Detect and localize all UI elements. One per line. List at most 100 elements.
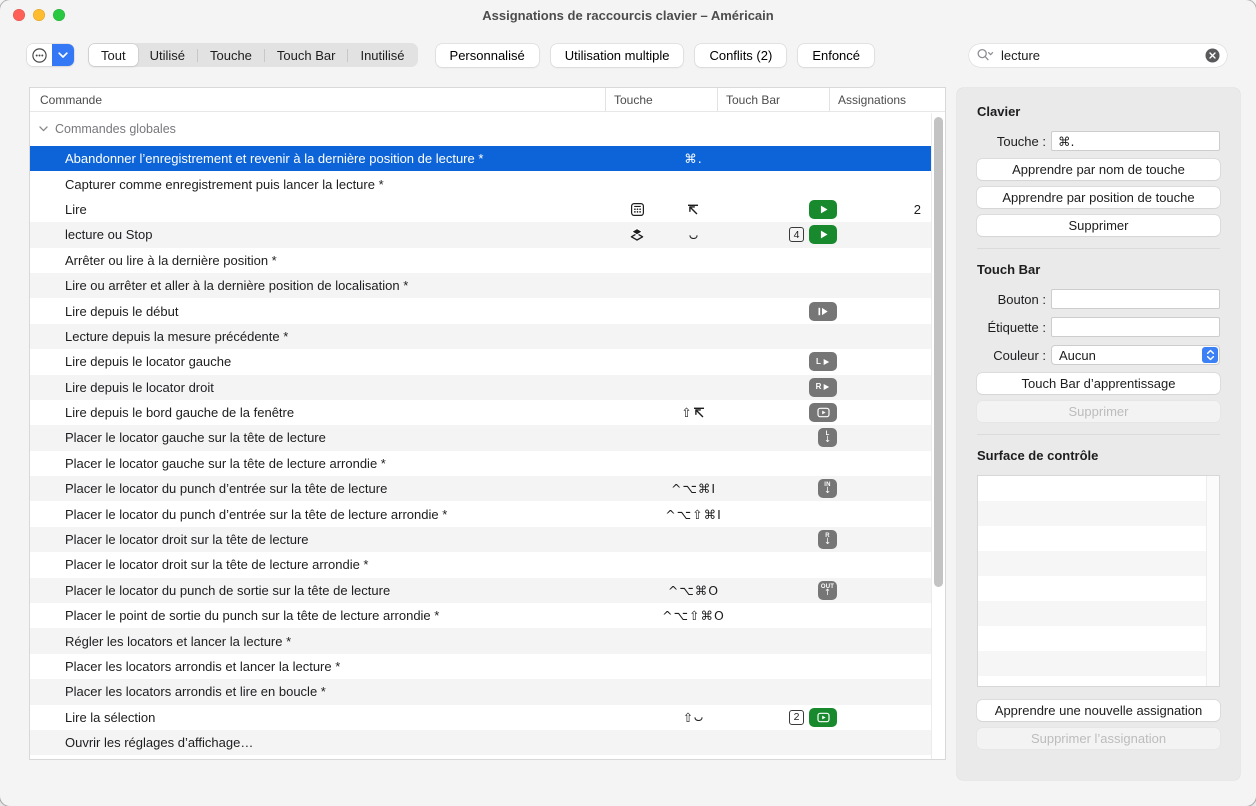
key-shortcut: ^⌥⇧⌘O <box>655 608 731 623</box>
command-label: Lire depuis le début <box>30 304 619 319</box>
key-shortcut <box>655 204 731 215</box>
table-row[interactable]: Placer le point de sortie du punch sur l… <box>30 603 931 628</box>
touch-bar-play-badge <box>809 225 837 244</box>
command-label: Placer le locator du punch d’entrée sur … <box>30 481 619 496</box>
column-header-touch-bar[interactable]: Touch Bar <box>717 88 829 111</box>
search-field[interactable] <box>969 44 1227 67</box>
command-label: Placer le point de sortie du punch sur l… <box>30 608 619 623</box>
table-row[interactable]: Lire depuis le début <box>30 298 931 323</box>
column-header-touche[interactable]: Touche <box>605 88 717 111</box>
table-row[interactable]: Placer le locator gauche sur la tête de … <box>30 425 931 450</box>
table-row[interactable]: Placer le locator du punch de sortie sur… <box>30 578 931 603</box>
table-row[interactable]: Placer le locator droit sur la tête de l… <box>30 552 931 577</box>
touch-bar-l-play-badge: L <box>809 352 837 371</box>
group-label: Commandes globales <box>55 122 176 136</box>
table-row[interactable]: lecture ou Stop4 <box>30 222 931 247</box>
command-table-body: Commandes globales Abandonner l’enregistr… <box>30 112 945 755</box>
filter-touch-bar[interactable]: Touch Bar <box>265 44 348 66</box>
table-row[interactable]: Arrêter ou lire à la dernière position * <box>30 248 931 273</box>
touch-bar-label-label: Étiquette : <box>977 320 1046 335</box>
filter-touche[interactable]: Touche <box>198 44 264 66</box>
table-row[interactable]: Placer le locator du punch d’entrée sur … <box>30 476 931 501</box>
control-surface-assignment-list[interactable] <box>977 475 1220 687</box>
table-row[interactable]: Lire depuis le locator gaucheL <box>30 349 931 374</box>
table-row[interactable]: Lire depuis le bord gauche de la fenêtre… <box>30 400 931 425</box>
learn-by-key-name-button[interactable]: Apprendre par nom de touche <box>977 159 1220 180</box>
delete-key-button[interactable]: Supprimer <box>977 215 1220 236</box>
table-row[interactable]: Régler les locators et lancer la lecture… <box>30 628 931 653</box>
filter-inutilise[interactable]: Inutilisé <box>348 44 416 66</box>
table-row[interactable]: Lire 2 <box>30 197 931 222</box>
table-row[interactable]: Capturer comme enregistrement puis lance… <box>30 171 931 196</box>
touch-bar-cell: IN↓ <box>731 479 843 498</box>
circle-ellipsis-icon[interactable] <box>27 44 52 66</box>
touch-bar-label-field[interactable] <box>1051 317 1220 337</box>
action-menu-split-button[interactable] <box>27 44 74 66</box>
touch-bar-cell <box>731 403 843 422</box>
key-field[interactable] <box>1051 131 1220 151</box>
table-row[interactable]: Lire ou arrêter et aller à la dernière p… <box>30 273 931 298</box>
touch-bar-stack-badge: OUT↑ <box>818 581 837 600</box>
command-label: Placer le locator du punch de sortie sur… <box>30 583 619 598</box>
conflits-button[interactable]: Conflits (2) <box>695 44 786 67</box>
group-row-commandes-globales[interactable]: Commandes globales <box>30 112 931 146</box>
table-row[interactable]: Lire depuis le locator droitR <box>30 375 931 400</box>
keyboard-section-heading: Clavier <box>977 104 1220 119</box>
table-row[interactable]: Ouvrir les réglages d’affichage… <box>30 730 931 755</box>
touch-bar-box-play-badge <box>809 708 837 727</box>
table-row[interactable]: Placer le locator gauche sur la tête de … <box>30 451 931 476</box>
table-row[interactable]: Placer le locator droit sur la tête de l… <box>30 527 931 552</box>
divider <box>977 248 1220 249</box>
touch-bar-cell: OUT↑ <box>731 581 843 600</box>
divider <box>977 434 1220 435</box>
column-header-assignations[interactable]: Assignations <box>829 88 945 111</box>
table-row[interactable]: Placer le locator du punch d’entrée sur … <box>30 501 931 526</box>
search-icon <box>977 48 994 62</box>
table-row[interactable]: Lecture depuis la mesure précédente * <box>30 324 931 349</box>
key-shortcut: ^⌥⌘I <box>655 481 731 496</box>
command-label: lecture ou Stop <box>30 227 619 242</box>
filter-tout[interactable]: Tout <box>89 44 138 66</box>
touch-bar-box-play-badge <box>809 403 837 422</box>
command-label: Lire <box>30 202 619 217</box>
touch-bar-cell: L <box>731 352 843 371</box>
utilisation-multiple-button[interactable]: Utilisation multiple <box>551 44 684 67</box>
touch-bar-section-heading: Touch Bar <box>977 262 1220 277</box>
command-label: Lecture depuis la mesure précédente * <box>30 329 619 344</box>
chevron-down-icon[interactable] <box>52 44 74 66</box>
touch-bar-count-badge: 2 <box>789 710 804 725</box>
zoom-window-button[interactable] <box>53 9 65 21</box>
touch-bar-stack-badge: IN↓ <box>818 479 837 498</box>
table-row[interactable]: Abandonner l’enregistrement et revenir à… <box>30 146 931 171</box>
numpad-icon <box>619 202 655 217</box>
touch-bar-cell: L↓ <box>731 428 843 447</box>
table-scrollbar[interactable] <box>931 113 945 759</box>
touch-bar-button-field[interactable] <box>1051 289 1220 309</box>
touch-bar-play-badge <box>809 200 837 219</box>
search-input[interactable] <box>999 47 1205 64</box>
learn-new-assignment-button[interactable]: Apprendre une nouvelle assignation <box>977 700 1220 721</box>
touch-bar-cell <box>731 200 843 219</box>
clear-search-icon[interactable] <box>1205 48 1220 63</box>
key-shortcut <box>655 229 731 241</box>
table-row[interactable]: Placer les locators arrondis et lancer l… <box>30 654 931 679</box>
command-label: Régler les locators et lancer la lecture… <box>30 634 619 649</box>
minimize-window-button[interactable] <box>33 9 45 21</box>
touch-bar-learn-button[interactable]: Touch Bar d’apprentissage <box>977 373 1220 394</box>
titlebar: Assignations de raccourcis clavier – Amé… <box>0 0 1256 30</box>
table-row[interactable]: Lire la sélection⇧2 <box>30 705 931 730</box>
delete-assignment-button: Supprimer l’assignation <box>977 728 1220 749</box>
color-select[interactable]: Aucun <box>1051 345 1220 365</box>
key-shortcut: ⇧ <box>655 710 731 725</box>
filter-utilise[interactable]: Utilisé <box>138 44 197 66</box>
select-stepper-icon[interactable] <box>1202 347 1218 363</box>
close-window-button[interactable] <box>13 9 25 21</box>
column-header-commande[interactable]: Commande <box>30 88 605 111</box>
assignment-count: 2 <box>843 202 931 217</box>
personnalise-button[interactable]: Personnalisé <box>436 44 539 67</box>
enfonce-button[interactable]: Enfoncé <box>798 44 874 67</box>
learn-by-key-position-button[interactable]: Apprendre par position de touche <box>977 187 1220 208</box>
table-scrollbar-thumb[interactable] <box>934 117 943 587</box>
table-row[interactable]: Placer les locators arrondis et lire en … <box>30 679 931 704</box>
touch-bar-button-label: Bouton : <box>977 292 1046 307</box>
